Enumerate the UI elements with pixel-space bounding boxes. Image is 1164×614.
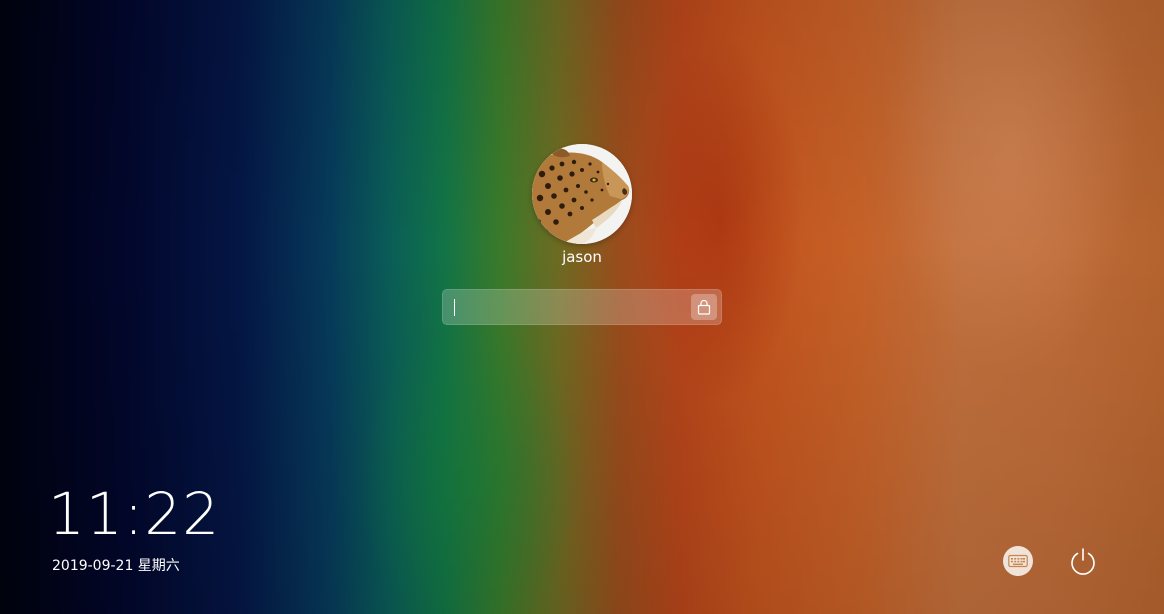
power-icon — [1071, 548, 1095, 575]
power-button[interactable] — [1066, 544, 1100, 578]
user-avatar[interactable] — [532, 144, 632, 244]
leopard-avatar-icon — [532, 144, 632, 244]
clock-time: 11:22 — [48, 480, 221, 548]
lock-icon — [697, 299, 711, 315]
keyboard-icon — [1008, 554, 1028, 568]
lock-screen: jason 11:22 2019-09-21 星期六 — [0, 0, 1164, 614]
clock-date: 2019-09-21 星期六 — [52, 558, 180, 574]
username-label: jason — [562, 248, 602, 266]
unlock-button[interactable] — [691, 294, 717, 320]
password-field[interactable] — [442, 289, 722, 325]
text-caret — [454, 299, 455, 316]
password-input[interactable] — [451, 294, 687, 320]
keyboard-layout-button[interactable] — [1003, 546, 1033, 576]
